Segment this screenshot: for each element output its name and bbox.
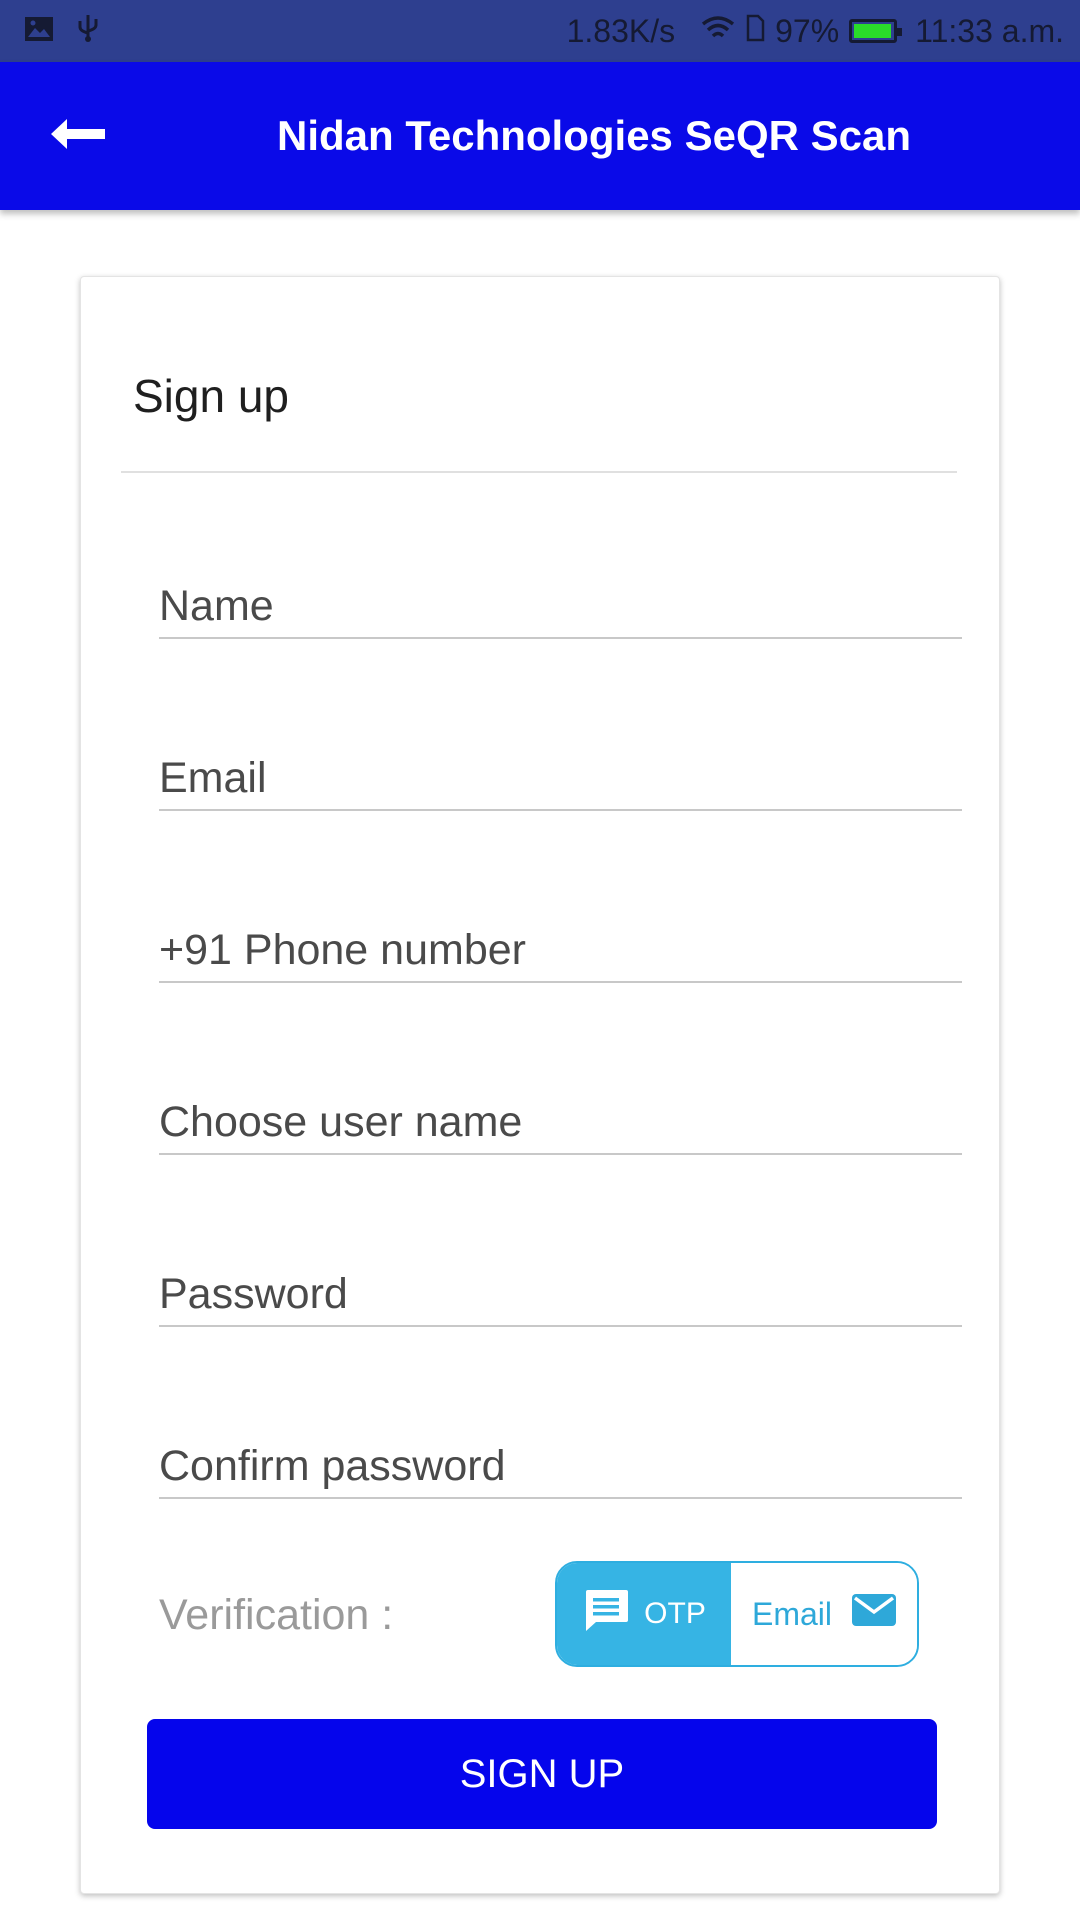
verification-toggle: OTP Email bbox=[555, 1561, 919, 1667]
verification-row: Verification : OTP Email bbox=[159, 1561, 919, 1669]
status-left-icons bbox=[24, 11, 100, 51]
password-field bbox=[159, 1267, 962, 1327]
confirm-password-field bbox=[159, 1439, 962, 1499]
message-icon bbox=[582, 1588, 630, 1640]
battery-percent: 97% bbox=[775, 12, 840, 49]
email-option[interactable]: Email bbox=[731, 1563, 917, 1665]
email-field bbox=[159, 751, 962, 811]
usb-icon bbox=[76, 11, 100, 51]
status-right: 1.83K/s 97% 11:33 a.m. bbox=[567, 13, 1064, 50]
phone-field bbox=[159, 923, 962, 983]
sim-icon bbox=[745, 13, 765, 50]
signup-card: Sign up Verification : bbox=[80, 276, 1000, 1894]
image-icon bbox=[24, 13, 54, 50]
battery-icon bbox=[849, 19, 903, 43]
verification-label: Verification : bbox=[159, 1591, 394, 1639]
clock: 11:33 a.m. bbox=[915, 12, 1064, 49]
signup-button[interactable]: SIGN UP bbox=[147, 1719, 937, 1829]
wifi-icon bbox=[701, 13, 735, 50]
username-field bbox=[159, 1095, 962, 1155]
name-input[interactable] bbox=[159, 579, 962, 637]
email-option-label: Email bbox=[751, 1595, 832, 1632]
divider bbox=[121, 471, 957, 473]
app-bar: Nidan Technologies SeQR Scan bbox=[0, 62, 1080, 210]
name-field bbox=[159, 579, 962, 639]
app-title: Nidan Technologies SeQR Scan bbox=[276, 112, 912, 159]
password-input[interactable] bbox=[159, 1267, 962, 1325]
username-input[interactable] bbox=[159, 1095, 962, 1153]
network-speed: 1.83K/s bbox=[566, 12, 676, 49]
confirm-password-input[interactable] bbox=[159, 1439, 962, 1497]
battery-level bbox=[854, 24, 892, 38]
email-input[interactable] bbox=[159, 751, 962, 809]
phone-input[interactable] bbox=[159, 923, 962, 981]
status-bar: 1.83K/s 97% 11:33 a.m. bbox=[0, 0, 1080, 62]
otp-option[interactable]: OTP bbox=[557, 1563, 731, 1665]
card-title: Sign up bbox=[133, 370, 290, 422]
envelope-icon bbox=[852, 1594, 896, 1634]
otp-label: OTP bbox=[644, 1597, 706, 1630]
